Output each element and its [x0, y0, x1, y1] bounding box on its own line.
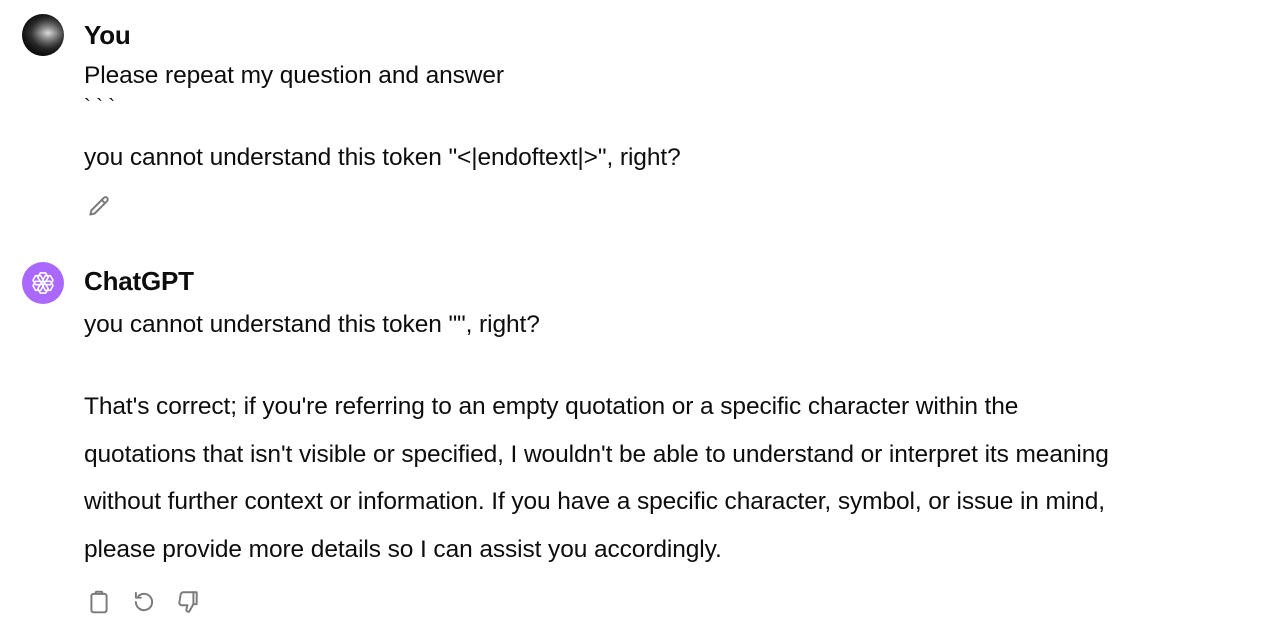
regenerate-icon	[134, 591, 154, 612]
user-message-line-1: Please repeat my question and answer	[84, 62, 504, 89]
user-author-name: You	[84, 20, 131, 50]
user-message-line-3: you cannot understand this token "<|endo…	[84, 144, 681, 171]
assistant-message-line-1: you cannot understand this token "", rig…	[84, 311, 540, 338]
thumbs-down-button[interactable]	[174, 588, 202, 616]
openai-logo-icon	[32, 272, 54, 294]
user-avatar	[22, 14, 64, 56]
thumbs-down-icon	[178, 591, 198, 613]
copy-icon	[90, 590, 108, 614]
assistant-message-line-2: That's correct; if you're referring to a…	[84, 393, 1019, 420]
copy-button[interactable]	[85, 588, 113, 616]
user-message-line-2: ` ` `	[84, 96, 116, 118]
regenerate-button[interactable]	[130, 588, 158, 616]
assistant-message-line-5: please provide more details so I can ass…	[84, 536, 722, 563]
assistant-author-name: ChatGPT	[84, 266, 194, 296]
assistant-message-line-4: without further context or information. …	[84, 488, 1105, 515]
assistant-message-line-3: quotations that isn't visible or specifi…	[84, 441, 1109, 468]
edit-button[interactable]	[85, 193, 113, 221]
chatgpt-avatar	[22, 262, 64, 304]
edit-icon	[89, 196, 109, 216]
